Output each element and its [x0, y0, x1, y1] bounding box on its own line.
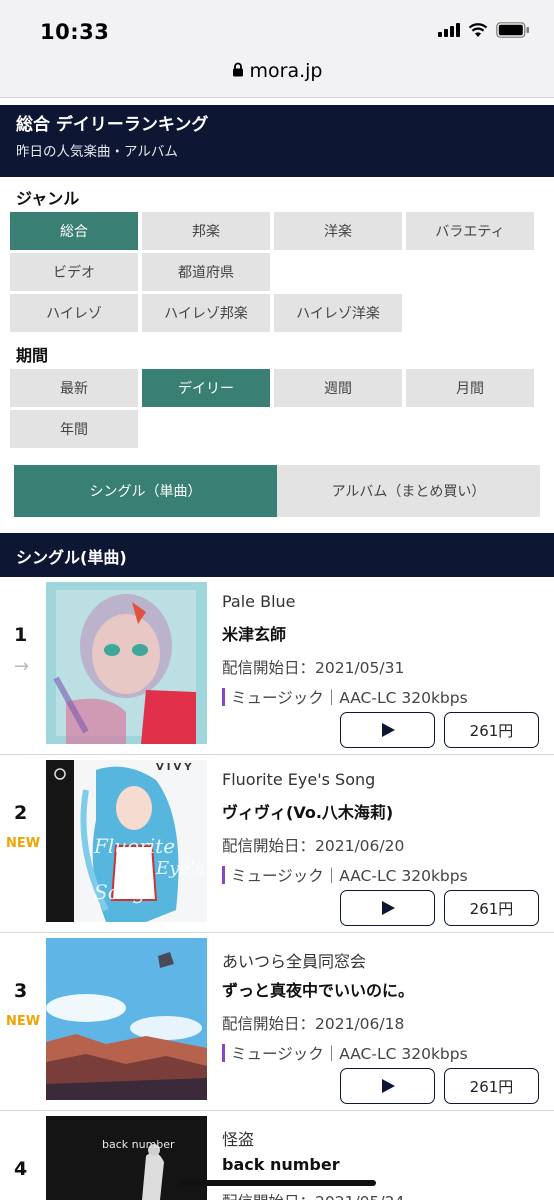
- song-title[interactable]: あいつら全員同窓会: [222, 948, 366, 972]
- status-time: 10:33: [40, 20, 110, 44]
- jacket-text: Eye's: [156, 858, 205, 879]
- list-heading: シングル(単曲): [0, 533, 554, 577]
- play-button[interactable]: [340, 890, 435, 926]
- album-jacket[interactable]: VIVY Fluorite Eye's Song: [46, 760, 207, 922]
- play-button[interactable]: [340, 1068, 435, 1104]
- wifi-icon: [468, 22, 488, 38]
- genre-button-hires-japanese[interactable]: ハイレゾ邦楽: [142, 294, 270, 332]
- format-info: ミュージック｜AAC-LC 320kbps: [222, 686, 468, 708]
- release-date: 配信開始日：2021/06/18: [222, 1015, 405, 1033]
- song-title[interactable]: 怪盗: [222, 1126, 254, 1150]
- ranking-header: 総合 デイリーランキング 昨日の人気楽曲・アルバム: [0, 105, 554, 177]
- genre-buttons: 総合 邦楽 洋楽 バラエティ ビデオ 都道府県 ハイレゾ ハイレゾ邦楽 ハイレゾ…: [10, 212, 538, 334]
- format-text: ミュージック｜AAC-LC 320kbps: [231, 1045, 468, 1063]
- play-icon: [381, 1079, 395, 1093]
- genre-button-all[interactable]: 総合: [10, 212, 138, 250]
- status-icons: [438, 22, 530, 38]
- url-bar[interactable]: mora.jp: [0, 56, 554, 86]
- artist-name[interactable]: ヴィヴィ(Vo.八木海莉): [222, 799, 393, 823]
- album-jacket[interactable]: back number: [46, 1116, 207, 1200]
- rank-number: 3: [14, 980, 28, 1002]
- list-item[interactable]: 4 back number 怪盗 back number 配信開始日：2021/…: [0, 1112, 554, 1200]
- period-button-daily[interactable]: デイリー: [142, 369, 270, 407]
- period-buttons: 最新 デイリー 週間 月間 年間: [10, 369, 538, 449]
- tab-single[interactable]: シングル（単曲）: [14, 465, 277, 517]
- new-badge: NEW: [6, 1014, 41, 1029]
- page-title: 総合 デイリーランキング: [16, 115, 209, 135]
- price-button[interactable]: 261円: [444, 712, 539, 748]
- period-button-yearly[interactable]: 年間: [10, 410, 138, 448]
- signal-icon: [438, 23, 460, 37]
- format-info: ミュージック｜AAC-LC 320kbps: [222, 1042, 468, 1064]
- period-button-monthly[interactable]: 月間: [406, 369, 534, 407]
- price-button[interactable]: 261円: [444, 890, 539, 926]
- url-domain: mora.jp: [249, 60, 323, 82]
- jacket-text: back number: [102, 1138, 175, 1151]
- format-bar: [222, 866, 225, 884]
- song-title[interactable]: Fluorite Eye's Song: [222, 770, 375, 789]
- release-date: 配信開始日：2021/05/31: [222, 659, 405, 677]
- artist-name[interactable]: 米津玄師: [222, 621, 286, 645]
- format-text: ミュージック｜AAC-LC 320kbps: [231, 689, 468, 707]
- format-info: ミュージック｜AAC-LC 320kbps: [222, 864, 468, 886]
- period-button-weekly[interactable]: 週間: [274, 369, 402, 407]
- format-text: ミュージック｜AAC-LC 320kbps: [231, 867, 468, 885]
- genre-button-western[interactable]: 洋楽: [274, 212, 402, 250]
- tab-album[interactable]: アルバム（まとめ買い）: [277, 465, 540, 517]
- home-indicator: [178, 1180, 376, 1186]
- album-jacket[interactable]: [46, 938, 207, 1100]
- price-button[interactable]: 261円: [444, 1068, 539, 1104]
- list-item[interactable]: 3 NEW あいつら全員同窓会 ずっと真夜中でいいのに。 配信開始日：2021/…: [0, 934, 554, 1111]
- genre-button-hires-western[interactable]: ハイレゾ洋楽: [274, 294, 402, 332]
- play-icon: [381, 723, 395, 737]
- genre-button-hires[interactable]: ハイレゾ: [10, 294, 138, 332]
- period-button-latest[interactable]: 最新: [10, 369, 138, 407]
- page-subtitle: 昨日の人気楽曲・アルバム: [16, 144, 178, 160]
- album-jacket[interactable]: [46, 582, 207, 744]
- jacket-text: Fluorite: [94, 834, 176, 858]
- format-bar: [222, 688, 225, 706]
- genre-label: ジャンル: [16, 189, 80, 208]
- list-item[interactable]: 1 → Pale Blue 米津玄師 配信開始日：2021/05/31 ミュージ…: [0, 578, 554, 755]
- jacket-text: Song: [94, 880, 146, 904]
- release-date: 配信開始日：2021/05/24: [222, 1190, 404, 1200]
- release-date: 配信開始日：2021/06/20: [222, 837, 405, 855]
- genre-button-prefecture[interactable]: 都道府県: [142, 253, 270, 291]
- list-item[interactable]: 2 NEW VIVY Fluorite Eye's Song Fluorite …: [0, 756, 554, 933]
- lock-icon: [232, 62, 244, 81]
- single-album-toggle: シングル（単曲） アルバム（まとめ買い）: [14, 465, 540, 517]
- play-icon: [381, 901, 395, 915]
- song-title[interactable]: Pale Blue: [222, 592, 296, 611]
- jacket-logo: VIVY: [156, 762, 195, 773]
- play-button[interactable]: [340, 712, 435, 748]
- period-label: 期間: [16, 346, 49, 365]
- rank-number: 2: [14, 802, 28, 824]
- artist-name[interactable]: back number: [222, 1155, 340, 1174]
- battery-icon: [496, 22, 530, 38]
- new-badge: NEW: [6, 836, 41, 851]
- genre-button-variety[interactable]: バラエティ: [406, 212, 534, 250]
- browser-chrome: 10:33 mora.jp: [0, 0, 554, 98]
- arrow-right-icon: →: [14, 656, 30, 677]
- genre-button-video[interactable]: ビデオ: [10, 253, 138, 291]
- genre-button-japanese[interactable]: 邦楽: [142, 212, 270, 250]
- format-bar: [222, 1044, 225, 1062]
- rank-number: 1: [14, 624, 28, 646]
- artist-name[interactable]: ずっと真夜中でいいのに。: [222, 977, 414, 1001]
- rank-number: 4: [14, 1158, 28, 1180]
